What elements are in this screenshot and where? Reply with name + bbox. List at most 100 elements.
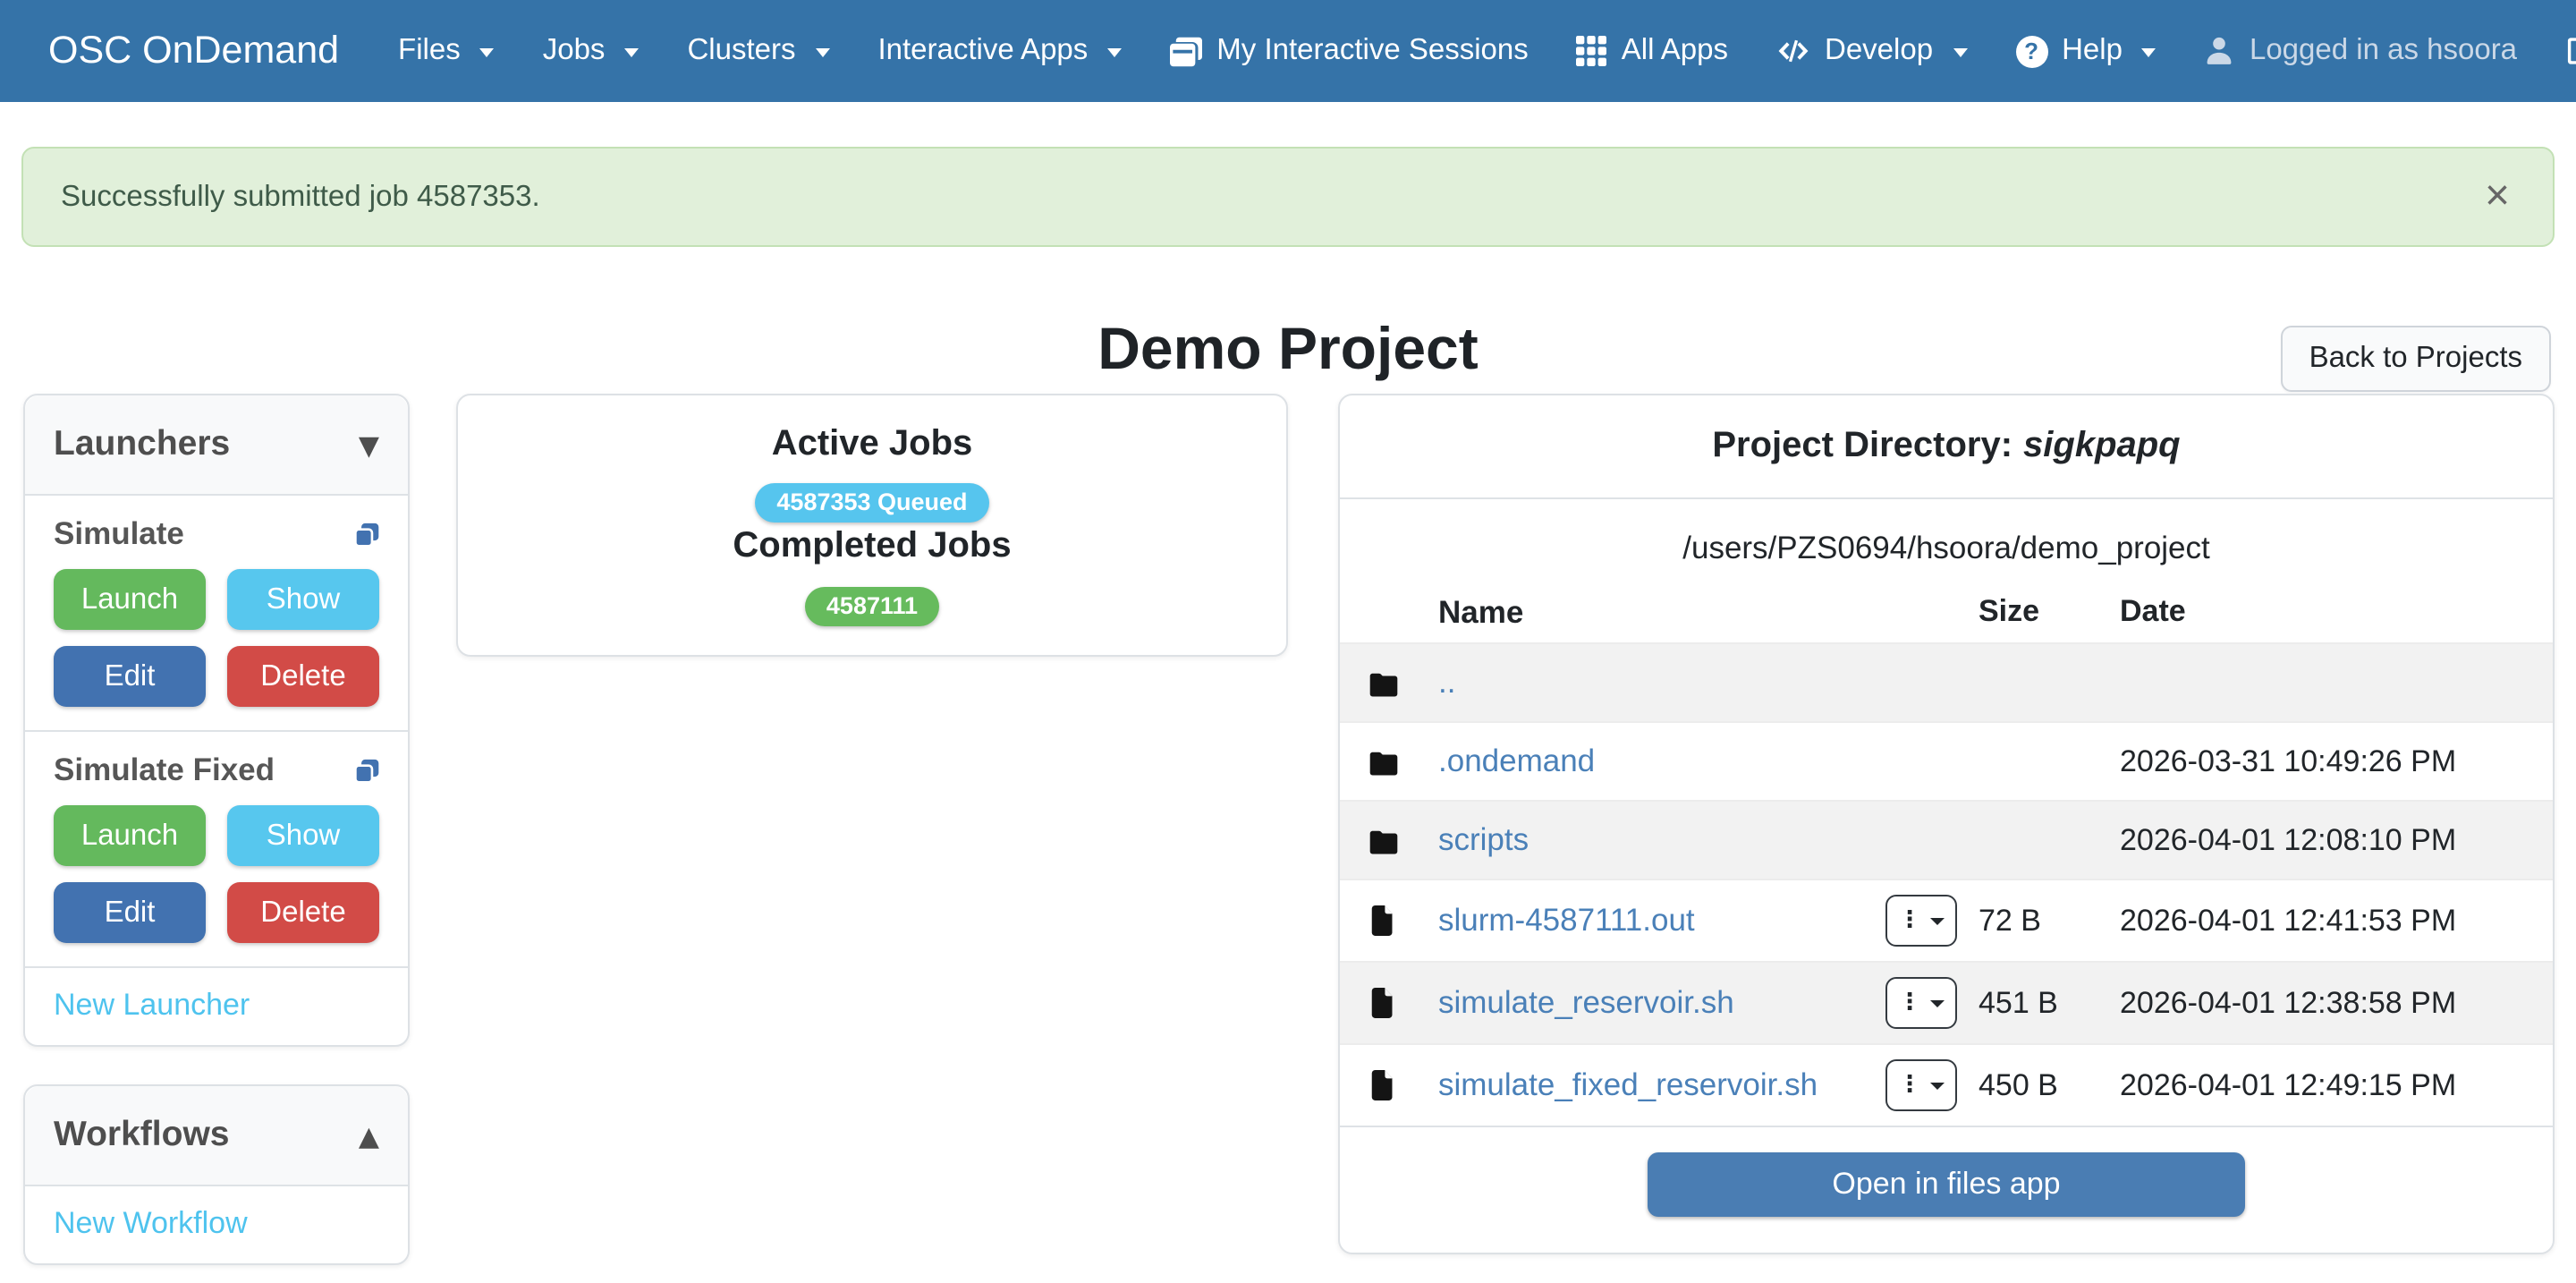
nav-all-apps[interactable]: All Apps — [1577, 34, 1728, 68]
nav-logged-in-user: Logged in as hsoora — [2205, 34, 2517, 68]
launcher-simulate-fixed: Simulate Fixed Launch Show Edit Delete — [25, 732, 408, 968]
launchers-header: Launchers ▼ — [25, 395, 408, 496]
window-restore-icon — [1170, 35, 1202, 67]
nav-files-menu[interactable]: Files — [398, 34, 495, 68]
completed-jobs-title: Completed Jobs — [458, 528, 1286, 565]
page-title: Demo Project — [0, 315, 2576, 383]
file-size: 72 B — [1979, 903, 2120, 939]
show-button[interactable]: Show — [227, 805, 379, 866]
show-button[interactable]: Show — [227, 569, 379, 630]
back-to-projects-button[interactable]: Back to Projects — [2281, 326, 2551, 392]
copy-icon[interactable] — [354, 522, 379, 547]
new-workflow-link[interactable]: New Workflow — [54, 1206, 248, 1240]
alert-message: Successfully submitted job 4587353. — [61, 180, 540, 214]
file-link[interactable]: simulate_fixed_reservoir.sh — [1438, 1066, 1818, 1102]
code-icon — [1776, 38, 1810, 64]
nav-clusters-menu[interactable]: Clusters — [687, 34, 829, 68]
launcher-name: Simulate — [54, 515, 184, 553]
launcher-simulate: Simulate Launch Show Edit Delete — [25, 496, 408, 732]
file-link[interactable]: slurm-4587111.out — [1438, 902, 1695, 938]
nav-interactive-apps-menu[interactable]: Interactive Apps — [877, 34, 1122, 68]
nav-my-interactive-sessions[interactable]: My Interactive Sessions — [1170, 34, 1528, 68]
success-alert: Successfully submitted job 4587353. × — [21, 147, 2555, 247]
workflows-title: Workflows — [54, 1115, 229, 1156]
column-size: Size — [1979, 594, 2120, 630]
file-date: 2026-04-01 12:41:53 PM — [2120, 903, 2524, 939]
directory-path: /users/PZS0694/hsoora/demo_project — [1340, 499, 2553, 582]
collapse-toggle-icon[interactable]: ▲ — [359, 1119, 379, 1151]
delete-button[interactable]: Delete — [227, 646, 379, 707]
chevron-down-icon — [1930, 999, 1945, 1007]
copy-icon[interactable] — [354, 758, 379, 783]
edit-button[interactable]: Edit — [54, 882, 206, 943]
chevron-down-icon — [1930, 917, 1945, 924]
ondemand-project-page: OSC OnDemand Files Jobs Clusters Interac… — [0, 0, 2576, 1283]
active-jobs-title: Active Jobs — [458, 426, 1286, 463]
folder-link[interactable]: .ondemand — [1438, 743, 1595, 778]
launch-button[interactable]: Launch — [54, 569, 206, 630]
chevron-down-icon — [1107, 48, 1122, 57]
folder-icon — [1368, 747, 1438, 776]
kebab-icon: ⋮ — [1898, 991, 1921, 1015]
column-date: Date — [2120, 594, 2524, 630]
launcher-name: Simulate Fixed — [54, 752, 275, 789]
queued-job-badge: 4587353 Queued — [755, 483, 988, 523]
nav-jobs-menu[interactable]: Jobs — [543, 34, 640, 68]
chevron-down-icon — [1953, 48, 1967, 57]
jobs-panel: Active Jobs 4587353 Queued Completed Job… — [456, 394, 1288, 657]
directory-name: sigkpapq — [2023, 426, 2181, 467]
file-actions-dropdown[interactable]: ⋮ — [1885, 1059, 1957, 1111]
file-table-header: Name Size Date — [1340, 582, 2553, 642]
workflows-header: Workflows ▲ — [25, 1086, 408, 1186]
file-row: .. — [1340, 642, 2553, 721]
file-row: simulate_reservoir.sh ⋮ 451 B 2026-04-01… — [1340, 961, 2553, 1043]
file-actions-dropdown[interactable]: ⋮ — [1885, 977, 1957, 1029]
launchers-title: Launchers — [54, 424, 230, 465]
folder-link[interactable]: scripts — [1438, 821, 1529, 857]
chevron-down-icon — [480, 48, 495, 57]
edit-button[interactable]: Edit — [54, 646, 206, 707]
directory-title-label: Project Directory: — [1712, 426, 2012, 467]
logout-icon — [2565, 36, 2576, 66]
chevron-down-icon — [624, 48, 639, 57]
file-row: simulate_fixed_reservoir.sh ⋮ 450 B 2026… — [1340, 1043, 2553, 1126]
directory-footer: Open in files app — [1340, 1126, 2553, 1253]
grid-icon — [1577, 36, 1607, 66]
person-icon — [2205, 36, 2235, 66]
file-icon — [1368, 905, 1438, 936]
nav-help-menu[interactable]: ? Help — [2015, 34, 2157, 68]
file-date: 2026-04-01 12:49:15 PM — [2120, 1067, 2524, 1103]
file-link[interactable]: simulate_reservoir.sh — [1438, 984, 1734, 1020]
completed-job-badge: 4587111 — [805, 587, 939, 626]
file-date: 2026-04-01 12:08:10 PM — [2120, 822, 2524, 858]
file-actions-dropdown[interactable]: ⋮ — [1885, 895, 1957, 947]
file-icon — [1368, 1070, 1438, 1100]
collapse-toggle-icon[interactable]: ▼ — [359, 429, 379, 461]
delete-button[interactable]: Delete — [227, 882, 379, 943]
kebab-icon: ⋮ — [1898, 909, 1921, 932]
nav-develop-menu[interactable]: Develop — [1776, 34, 1967, 68]
launchers-panel: Launchers ▼ Simulate Launch Show Edit De… — [23, 394, 410, 1047]
launch-button[interactable]: Launch — [54, 805, 206, 866]
chevron-down-icon — [815, 48, 829, 57]
folder-icon — [1368, 826, 1438, 854]
new-launcher-link[interactable]: New Launcher — [54, 988, 250, 1022]
file-date: 2026-03-31 10:49:26 PM — [2120, 743, 2524, 779]
chevron-down-icon — [2142, 48, 2157, 57]
folder-icon — [1368, 668, 1438, 697]
top-navbar: OSC OnDemand Files Jobs Clusters Interac… — [0, 0, 2576, 102]
parent-directory-link[interactable]: .. — [1438, 664, 1455, 700]
file-row: scripts 2026-04-01 12:08:10 PM — [1340, 800, 2553, 879]
workflows-panel: Workflows ▲ New Workflow — [23, 1084, 410, 1265]
close-icon[interactable]: × — [2485, 175, 2510, 218]
project-directory-panel: Project Directory: sigkpapq /users/PZS06… — [1338, 394, 2555, 1254]
chevron-down-icon — [1930, 1082, 1945, 1089]
brand-link[interactable]: OSC OnDemand — [48, 29, 339, 73]
nav-log-out[interactable]: Log Out — [2565, 34, 2576, 68]
open-in-files-app-button[interactable]: Open in files app — [1648, 1152, 2245, 1217]
file-icon — [1368, 988, 1438, 1018]
project-directory-header: Project Directory: sigkpapq — [1340, 395, 2553, 499]
file-row: slurm-4587111.out ⋮ 72 B 2026-04-01 12:4… — [1340, 879, 2553, 961]
file-row: .ondemand 2026-03-31 10:49:26 PM — [1340, 721, 2553, 800]
file-size: 450 B — [1979, 1067, 2120, 1103]
